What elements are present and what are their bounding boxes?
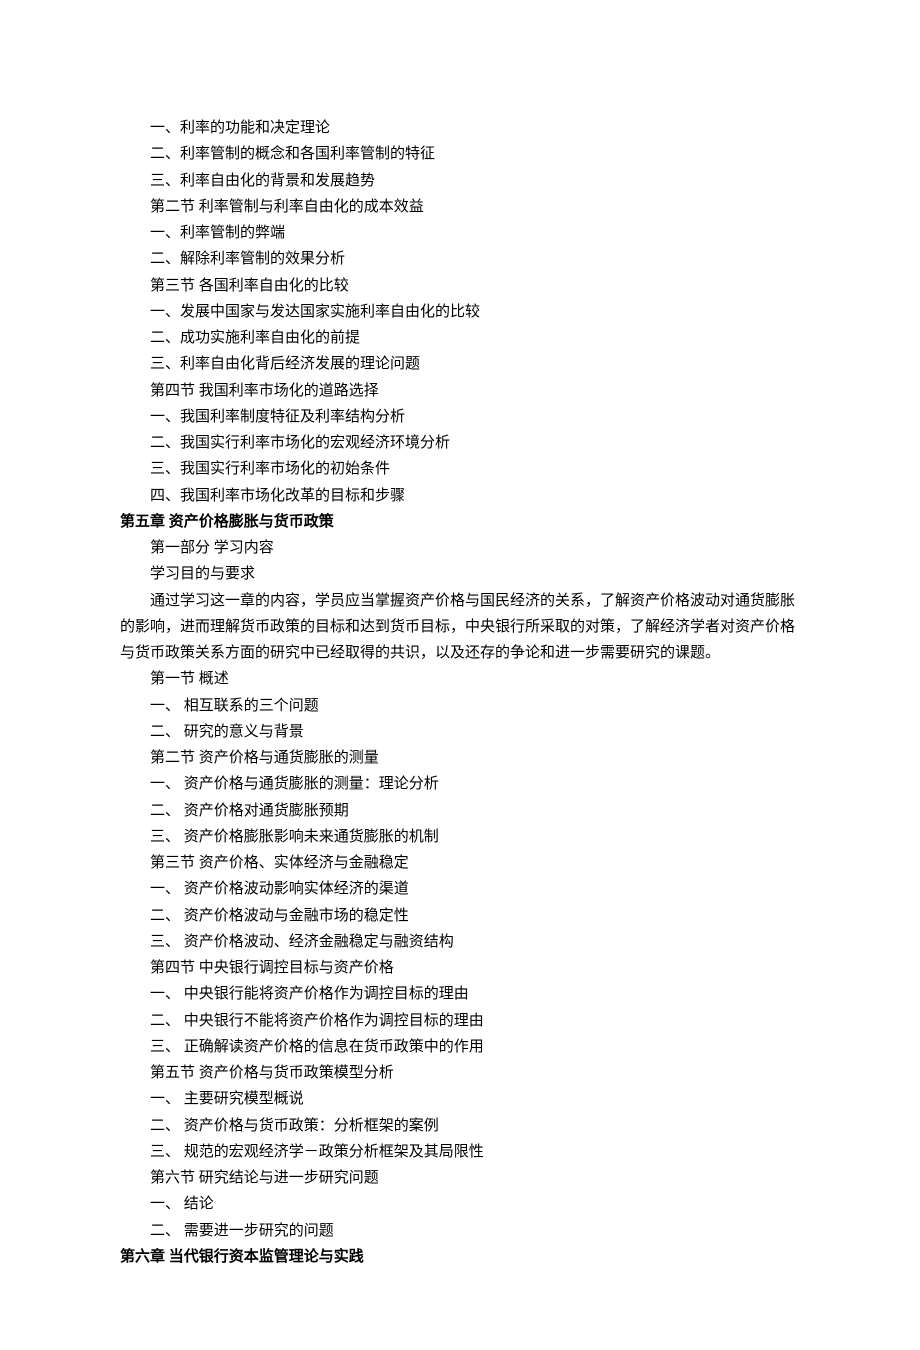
text-line: 一、 资产价格波动影响实体经济的渠道 [120,876,800,902]
text-line: 三、我国实行利率市场化的初始条件 [120,456,800,482]
text-line: 四、我国利率市场化改革的目标和步骤 [120,483,800,509]
text-line: 三、 资产价格膨胀影响未来通货膨胀的机制 [120,824,800,850]
text-line: 一、 结论 [120,1191,800,1217]
text-line: 三、利率自由化背后经济发展的理论问题 [120,351,800,377]
text-line: 三、利率自由化的背景和发展趋势 [120,168,800,194]
text-line: 一、利率管制的弊端 [120,220,800,246]
text-line: 一、 中央银行能将资产价格作为调控目标的理由 [120,981,800,1007]
text-line: 第二节 资产价格与通货膨胀的测量 [120,745,800,771]
text-line: 第一节 概述 [120,666,800,692]
text-line: 二、 中央银行不能将资产价格作为调控目标的理由 [120,1008,800,1034]
text-line: 第三节 资产价格、实体经济与金融稳定 [120,850,800,876]
text-line: 二、 研究的意义与背景 [120,719,800,745]
text-line: 二、成功实施利率自由化的前提 [120,325,800,351]
text-line: 第四节 中央银行调控目标与资产价格 [120,955,800,981]
text-line: 通过学习这一章的内容，学员应当掌握资产价格与国民经济的关系，了解资产价格波动对通… [120,588,800,667]
text-line: 第二节 利率管制与利率自由化的成本效益 [120,194,800,220]
text-line: 三、 规范的宏观经济学－政策分析框架及其局限性 [120,1139,800,1165]
text-line: 第六节 研究结论与进一步研究问题 [120,1165,800,1191]
text-line: 二、 资产价格波动与金融市场的稳定性 [120,903,800,929]
text-line: 第一部分 学习内容 [120,535,800,561]
text-line: 第五章 资产价格膨胀与货币政策 [120,509,800,535]
text-line: 学习目的与要求 [120,561,800,587]
text-line: 二、解除利率管制的效果分析 [120,246,800,272]
text-line: 第五节 资产价格与货币政策模型分析 [120,1060,800,1086]
text-line: 二、我国实行利率市场化的宏观经济环境分析 [120,430,800,456]
text-line: 第四节 我国利率市场化的道路选择 [120,378,800,404]
document-body: 一、利率的功能和决定理论二、利率管制的概念和各国利率管制的特征三、利率自由化的背… [120,115,800,1270]
text-line: 三、 正确解读资产价格的信息在货币政策中的作用 [120,1034,800,1060]
text-line: 二、 需要进一步研究的问题 [120,1218,800,1244]
text-line: 一、发展中国家与发达国家实施利率自由化的比较 [120,299,800,325]
text-line: 一、 相互联系的三个问题 [120,693,800,719]
text-line: 第六章 当代银行资本监管理论与实践 [120,1244,800,1270]
text-line: 一、 资产价格与通货膨胀的测量：理论分析 [120,771,800,797]
text-line: 一、利率的功能和决定理论 [120,115,800,141]
text-line: 一、我国利率制度特征及利率结构分析 [120,404,800,430]
text-line: 三、 资产价格波动、经济金融稳定与融资结构 [120,929,800,955]
text-line: 第三节 各国利率自由化的比较 [120,273,800,299]
text-line: 一、 主要研究模型概说 [120,1086,800,1112]
text-line: 二、 资产价格与货币政策：分析框架的案例 [120,1113,800,1139]
text-line: 二、 资产价格对通货膨胀预期 [120,798,800,824]
text-line: 二、利率管制的概念和各国利率管制的特征 [120,141,800,167]
